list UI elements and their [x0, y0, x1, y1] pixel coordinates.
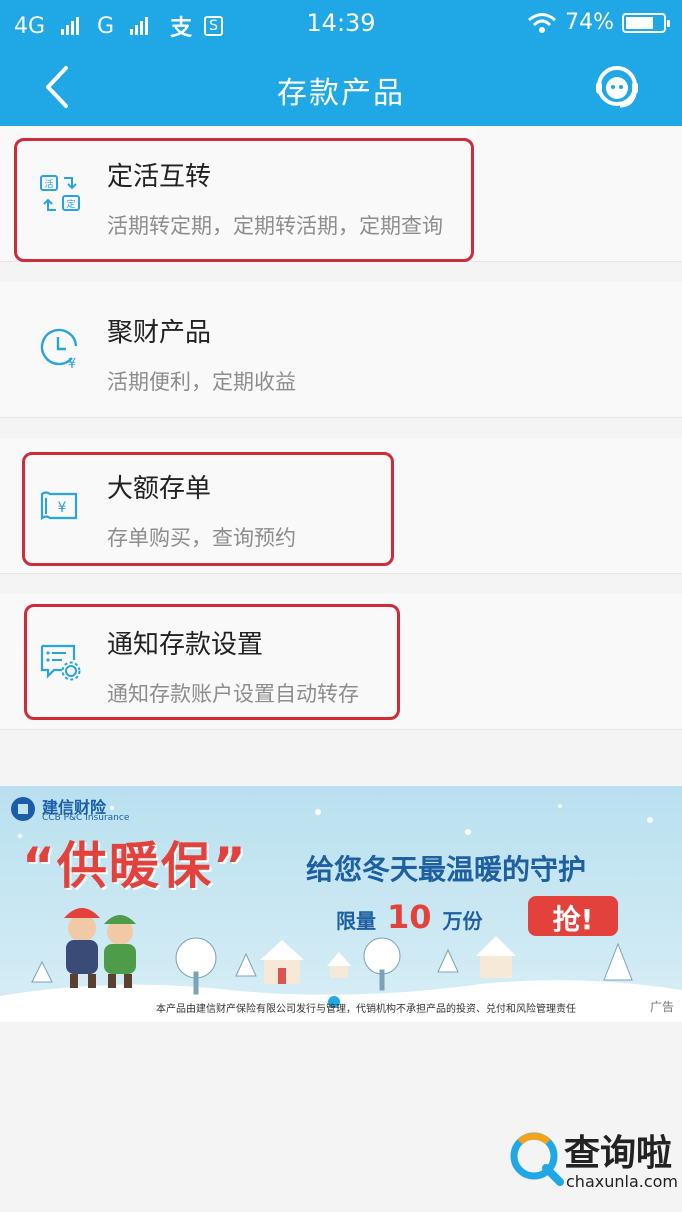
- watermark-text: 查询啦: [564, 1133, 673, 1174]
- highlight-box-1: [14, 138, 474, 262]
- ccb-logo-icon: [11, 797, 35, 821]
- banner-cta-button[interactable]: 抢!: [528, 898, 618, 936]
- banner-limit: 限量 10 万份: [336, 898, 482, 936]
- watermark-url: chaxunla.com: [566, 1172, 678, 1191]
- customer-service-icon[interactable]: [592, 62, 642, 112]
- banner-disclaimer: 本产品由建信财产保险有限公司发行与管理，代销机构不承担产品的投资、兑付和风险管理…: [156, 1004, 576, 1015]
- menu-item-wealth-products[interactable]: ¥ 聚财产品 活期便利，定期收益: [0, 282, 682, 418]
- item-subtitle: 活期便利，定期收益: [107, 370, 296, 394]
- svg-text:¥: ¥: [68, 357, 76, 372]
- wifi-icon: [528, 12, 557, 33]
- highlight-box-2: [22, 452, 394, 566]
- banner-slogan: 给您冬天最温暖的守护: [306, 853, 587, 886]
- battery-percent: 74%: [565, 10, 614, 35]
- status-bar: 4G G 支 S 14:39 74%: [0, 0, 682, 48]
- battery-icon: [622, 12, 670, 33]
- limit-number: 10: [386, 898, 432, 936]
- limit-suffix: 万份: [442, 909, 483, 933]
- highlight-box-3: [24, 604, 400, 720]
- watermark-logo: 查询啦 chaxunla.com: [506, 1124, 678, 1196]
- limit-prefix: 限量: [336, 909, 376, 933]
- item-title: 聚财产品: [107, 318, 212, 348]
- ad-tag: 广告: [649, 1000, 674, 1014]
- ad-banner[interactable]: 建信财险 CCB P&C Insurance “供暖保” 给您冬天最温暖的守护 …: [0, 786, 682, 1022]
- search-logo-icon: [510, 1132, 564, 1186]
- nav-bar: 存款产品: [0, 48, 682, 126]
- brand-name-en: CCB P&C Insurance: [42, 813, 130, 823]
- banner-headline: “供暖保”: [22, 837, 248, 895]
- page-title: 存款产品: [277, 76, 405, 111]
- clock-yuan-icon: ¥: [40, 328, 78, 372]
